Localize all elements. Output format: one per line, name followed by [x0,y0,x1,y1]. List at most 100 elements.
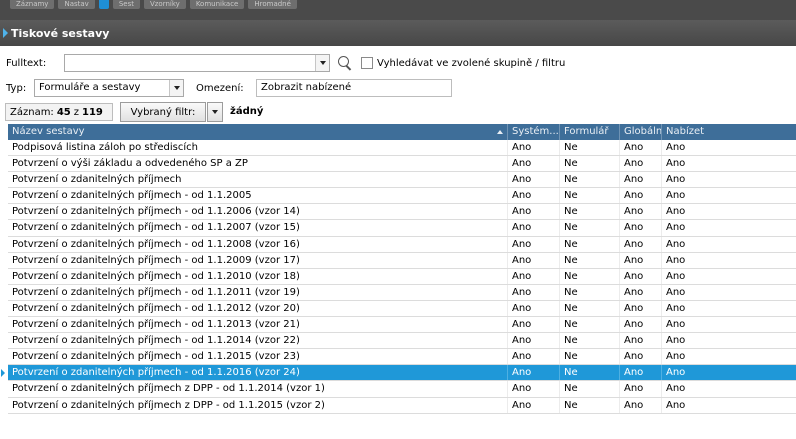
table-cell: Ne [560,252,620,268]
table-cell: Ano [666,286,686,298]
table-cell: Potvrzení o zdanitelných příjmech - od 1… [8,236,508,252]
sort-ascending-icon [497,130,503,134]
scope-checkbox[interactable] [361,57,373,69]
table-cell: Ano [666,206,686,218]
record-counter-label: Záznam: [10,106,54,118]
table-row[interactable]: Podpisová listina záloh po střediscích An… [8,140,796,157]
table-cell: Ne [560,381,620,397]
type-filter-row: Typ: Formuláře a sestavy Omezení: Zobraz… [0,78,796,98]
table-row[interactable]: Potvrzení o výši základu a odvedeného SP… [8,156,796,173]
column-header-3[interactable]: Globální [620,124,662,140]
table-cell: Ano [620,300,662,317]
table-row[interactable]: Potvrzení o zdanitelných příjmech - od 1… [8,300,796,318]
table-cell: Ne [560,188,620,204]
table-cell: Potvrzení o zdanitelných příjmech - od 1… [8,284,508,300]
table-cell: Ne [560,333,620,349]
table-cell: Ano [508,220,560,236]
table-cell: Ne [560,220,620,236]
selected-filter-button[interactable]: Vybraný filtr: [120,102,206,122]
table-row[interactable]: Potvrzení o zdanitelných příjmech - od 1… [8,268,796,285]
table-cell: Ano [666,142,686,153]
table-cell: Ano [666,302,686,314]
table-cell: Ano [620,156,662,172]
table-cell: Ne [560,284,620,300]
column-header-0[interactable]: Název sestavy [8,124,508,140]
table-cell: Ano [620,333,662,349]
table-cell: Potvrzení o zdanitelných příjmech z DPP … [8,381,508,397]
table-cell: Ano [508,349,560,365]
table-cell: Potvrzení o zdanitelných příjmech - od 1… [8,268,508,284]
table-cell: Potvrzení o zdanitelných příjmech - od 1… [8,252,508,268]
fulltext-row: Fulltext: Vyhledávat ve zvolené skupině … [0,53,796,73]
limit-field[interactable]: Zobrazit nabízené [256,79,452,97]
type-select[interactable]: Formuláře a sestavy [34,79,184,97]
table-cell: Ano [508,236,560,252]
table-cell: Ano [666,319,686,331]
table-cell: Ano [666,222,686,234]
table-cell: Ano [620,188,662,204]
table-cell: Ano [620,140,662,156]
chevron-down-icon[interactable] [315,55,329,71]
table-cell: Ano [666,383,686,395]
table-row[interactable]: Potvrzení o zdanitelných příjmech - od 1… [8,204,796,221]
table-cell: Ano [508,188,560,204]
table-row[interactable]: Potvrzení o zdanitelných příjmech Ano Ne An… [8,172,796,189]
scope-checkbox-label: Vyhledávat ve zvolené skupině / filtru [377,57,566,69]
table-row[interactable]: Potvrzení o zdanitelných příjmech - od 1… [8,236,796,253]
table-cell: Ano [508,156,560,172]
table-row[interactable]: Potvrzení o zdanitelných příjmech z DPP … [8,381,796,398]
table-cell: Potvrzení o zdanitelných příjmech - od 1… [8,317,508,333]
top-tab-2[interactable] [98,0,109,9]
table-cell: Ne [560,397,620,413]
table-cell: Ano [666,190,686,202]
table-row[interactable]: Potvrzení o zdanitelných příjmech - od 1… [8,317,796,334]
table-cell: Ano [620,220,662,236]
table-cell: Potvrzení o zdanitelných příjmech [8,172,508,188]
chevron-down-icon[interactable] [169,80,183,96]
table-row[interactable]: Potvrzení o zdanitelných příjmech - od 1… [8,220,796,237]
table-cell: Ano [666,174,686,186]
table-row[interactable]: Potvrzení o zdanitelných příjmech - od 1… [8,284,796,301]
column-header-label: Systém... [512,126,559,137]
table-cell: Ano [620,365,662,381]
table-cell: Potvrzení o výši základu a odvedeného SP… [8,156,508,172]
fulltext-combo[interactable] [64,54,330,72]
column-header-2[interactable]: Formulář [560,124,620,140]
top-tab-1[interactable]: Nastav [58,0,95,9]
grid-body: Podpisová listina záloh po střediscích An… [1,140,796,414]
search-icon[interactable] [337,55,353,71]
column-header-label: Název sestavy [12,126,85,137]
table-cell: Ano [620,172,662,188]
top-tab-3[interactable]: Sest [112,0,140,9]
limit-label: Omezení: [196,82,244,94]
table-cell: Ano [666,367,686,379]
chevron-down-icon[interactable] [207,102,223,122]
top-tab-0[interactable]: Záznamy [10,0,55,9]
table-cell: Potvrzení o zdanitelných příjmech z DPP … [8,397,508,413]
table-cell: Ano [666,335,686,347]
table-row[interactable]: Potvrzení o zdanitelných příjmech - od 1… [8,188,796,205]
table-cell: Ano [508,397,560,413]
table-row[interactable]: Potvrzení o zdanitelných příjmech - od 1… [1,365,796,382]
top-tab-5[interactable]: Komunikace [189,0,245,9]
top-tab-4[interactable]: Vzorníky [143,0,186,9]
table-row[interactable]: Potvrzení o zdanitelných příjmech - od 1… [8,333,796,350]
table-cell: Ne [560,140,620,156]
table-row[interactable]: Potvrzení o zdanitelných příjmech z DPP … [8,397,796,414]
table-cell: Ne [560,204,620,220]
current-row-marker-icon [1,369,5,378]
selected-filter-value: žádný [230,106,264,117]
table-cell: Ano [508,284,560,300]
column-header-1[interactable]: Systém... [508,124,560,140]
table-cell: Ne [560,172,620,188]
table-row[interactable]: Potvrzení o zdanitelných příjmech - od 1… [8,349,796,366]
column-header-4[interactable]: Nabízet [662,124,796,140]
record-total: 119 [81,106,103,118]
type-value: Formuláře a sestavy [39,82,141,93]
table-cell: Ano [620,349,662,365]
record-counter: Záznam: 45 z 119 [5,103,113,121]
table-cell: Ano [508,252,560,268]
top-tab-6[interactable]: Hromadné [248,0,297,9]
table-row[interactable]: Potvrzení o zdanitelných příjmech - od 1… [8,252,796,269]
table-cell: Ne [560,156,620,172]
